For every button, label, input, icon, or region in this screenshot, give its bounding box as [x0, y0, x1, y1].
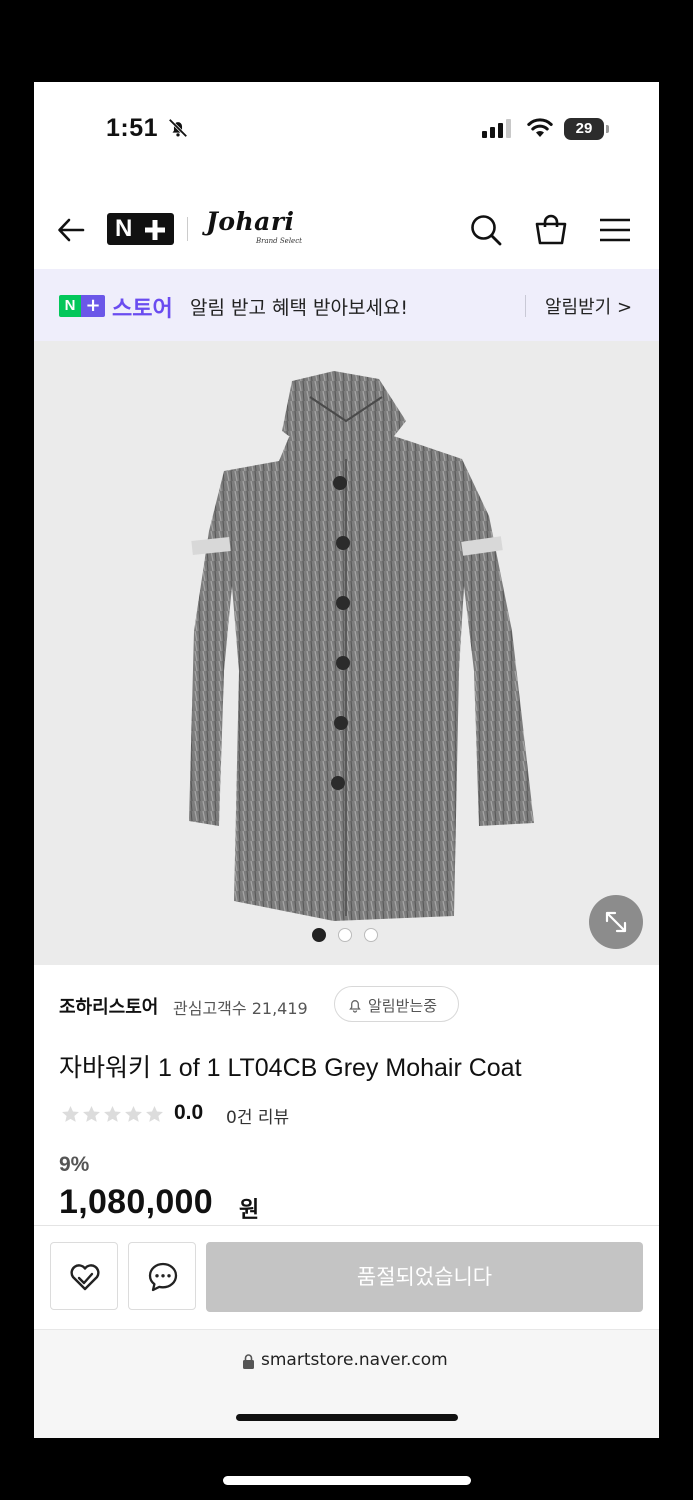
product-title: 자바워키 1 of 1 LT04CB Grey Mohair Coat — [59, 1054, 522, 1082]
star-icon — [125, 1105, 142, 1122]
purchase-action-bar: 품절되었습니다 — [34, 1225, 659, 1330]
discount-rate: 9% — [59, 1153, 90, 1176]
fan-count-label: 관심고객수 — [173, 999, 247, 1018]
notification-banner: N + 스토어 알림 받고 혜택 받아보세요! 알림받기 > — [34, 269, 659, 341]
naver-plus-badge-n: N — [59, 295, 81, 317]
review-count-link[interactable]: 0건 리뷰 — [226, 1103, 289, 1128]
naver-plus-badge-plus: + — [81, 295, 105, 317]
wifi-icon — [527, 118, 553, 137]
sold-out-button[interactable]: 품절되었습니다 — [206, 1242, 643, 1312]
home-indicator[interactable] — [236, 1414, 458, 1421]
plus-icon — [145, 220, 165, 240]
price: 1,080,000 — [59, 1183, 213, 1221]
search-icon[interactable] — [469, 213, 503, 247]
carousel-dot[interactable] — [338, 928, 352, 942]
url-text[interactable]: smartstore.naver.com — [261, 1350, 448, 1370]
outer-home-indicator — [223, 1476, 471, 1485]
rating-score: 0.0 — [174, 1101, 204, 1124]
shopping-bag-icon[interactable] — [534, 213, 568, 247]
carousel-dot[interactable] — [312, 928, 326, 942]
expand-arrows-icon — [605, 911, 627, 933]
battery-indicator: 29 — [564, 118, 609, 140]
phone-screen: 1:51 29 N Johari Brand Select N + 스토어 알림… — [34, 82, 659, 1438]
fan-count: 관심고객수 21,419 — [173, 995, 308, 1019]
product-image[interactable] — [34, 341, 659, 965]
lock-icon — [243, 1354, 254, 1369]
cellular-signal-icon — [482, 119, 511, 138]
notification-toggle-label: 알림받는중 — [368, 997, 438, 1015]
banner-divider — [525, 295, 526, 317]
star-icon — [62, 1105, 79, 1122]
bell-off-icon — [168, 118, 188, 138]
wishlist-button[interactable] — [50, 1242, 118, 1310]
back-arrow-icon[interactable] — [56, 215, 86, 245]
star-icon — [83, 1105, 100, 1122]
naver-plus-n: N — [115, 215, 133, 242]
talk-inquiry-button[interactable] — [128, 1242, 196, 1310]
mohair-coat-illustration — [189, 371, 534, 921]
store-logo[interactable]: Johari — [206, 207, 295, 236]
fan-count-value: 21,419 — [251, 999, 308, 1018]
heart-icon — [70, 1264, 100, 1291]
naver-plus-logo[interactable]: N — [107, 213, 174, 245]
header-divider — [187, 217, 188, 241]
chat-bubble-icon — [148, 1262, 178, 1292]
naver-plus-badge: N + — [59, 295, 105, 317]
store-header: N Johari Brand Select — [34, 177, 659, 269]
status-time: 1:51 — [106, 114, 159, 142]
expand-image-button[interactable] — [589, 895, 643, 949]
subscribe-alerts-link[interactable]: 알림받기 > — [545, 293, 632, 319]
star-icon — [104, 1105, 121, 1122]
banner-message: 알림 받고 혜택 받아보세요! — [190, 297, 409, 319]
browser-url-bar[interactable]: smartstore.naver.com — [34, 1329, 659, 1438]
currency-unit: 원 — [239, 1198, 260, 1223]
hamburger-menu-icon[interactable] — [598, 213, 632, 247]
status-bar: 1:51 29 — [34, 82, 659, 177]
carousel-dot[interactable] — [364, 928, 378, 942]
notification-toggle-button[interactable]: 알림받는중 — [334, 986, 459, 1022]
store-label: 스토어 — [112, 297, 173, 322]
bell-icon — [349, 1000, 361, 1013]
star-icon — [146, 1105, 163, 1122]
store-logo-subtitle: Brand Select — [256, 237, 302, 245]
store-name[interactable]: 조하리스토어 — [59, 993, 158, 1019]
